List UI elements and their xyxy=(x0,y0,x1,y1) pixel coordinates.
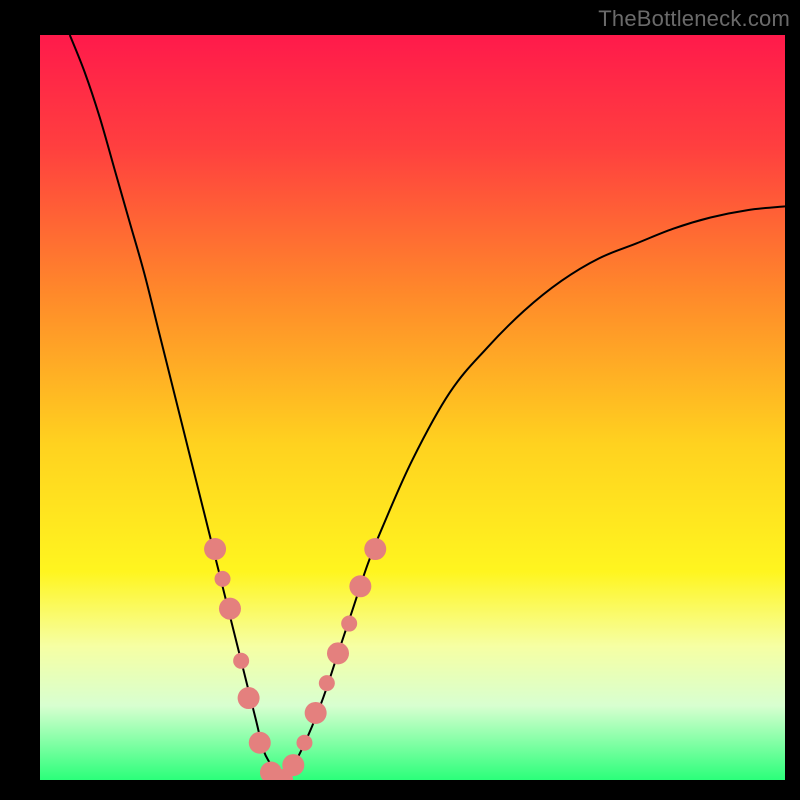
watermark-text: TheBottleneck.com xyxy=(598,6,790,32)
highlight-dot xyxy=(204,538,226,560)
highlight-dot xyxy=(364,538,386,560)
highlight-dot xyxy=(296,735,312,751)
chart-stage: TheBottleneck.com xyxy=(0,0,800,800)
highlight-dot xyxy=(327,642,349,664)
highlight-dot xyxy=(249,732,271,754)
highlight-dot xyxy=(282,754,304,776)
highlight-dot xyxy=(215,571,231,587)
highlight-dot xyxy=(349,575,371,597)
highlight-dot xyxy=(233,653,249,669)
highlight-dot xyxy=(341,616,357,632)
highlight-dot xyxy=(219,598,241,620)
plot-background xyxy=(40,35,785,780)
highlight-dot xyxy=(305,702,327,724)
bottleneck-chart xyxy=(40,35,785,780)
highlight-dot xyxy=(319,675,335,691)
highlight-dot xyxy=(238,687,260,709)
